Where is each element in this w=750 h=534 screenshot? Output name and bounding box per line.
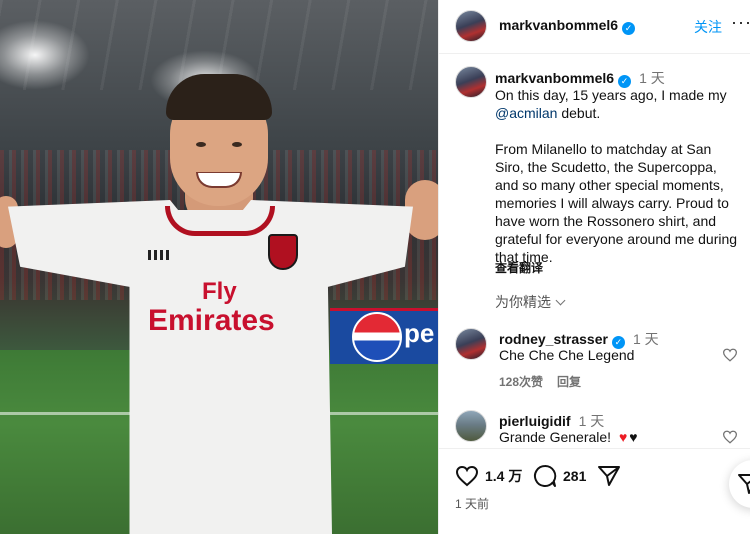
comment-user: pierluigidif 1 天 bbox=[499, 411, 604, 431]
header-user: markvanbommel6 ✓ bbox=[499, 17, 636, 35]
like-heart-icon[interactable] bbox=[722, 348, 738, 362]
club-crest bbox=[268, 234, 298, 270]
caption-username[interactable]: markvanbommel6 bbox=[495, 70, 614, 86]
sort-label: 为你精选 bbox=[495, 294, 551, 310]
more-options-icon[interactable]: ··· bbox=[731, 12, 750, 33]
verified-icon: ✓ bbox=[622, 22, 636, 35]
jersey-collar bbox=[165, 206, 275, 236]
comment-time: 1 天 bbox=[578, 413, 605, 429]
avatar[interactable] bbox=[455, 10, 487, 42]
comment-time: 1 天 bbox=[632, 331, 659, 347]
avatar[interactable] bbox=[455, 328, 487, 360]
caption-paragraph: From Milanello to matchday at San Siro, … bbox=[495, 141, 738, 265]
follow-button[interactable]: 关注 bbox=[694, 17, 722, 37]
comment-sort-dropdown[interactable]: 为你精选 bbox=[495, 292, 566, 312]
like-action[interactable]: 1.4 万 bbox=[455, 463, 522, 489]
comment-user: rodney_strasser ✓ 1 天 bbox=[499, 329, 659, 349]
player-hair bbox=[166, 74, 272, 120]
see-translation-link[interactable]: 查看翻译 bbox=[495, 259, 543, 276]
comment-username[interactable]: pierluigidif bbox=[499, 413, 571, 429]
board-text: pe bbox=[404, 318, 435, 348]
reply-button[interactable]: 回复 bbox=[557, 375, 581, 389]
posted-time: 1 天前 bbox=[455, 497, 490, 511]
comment-username[interactable]: rodney_strasser bbox=[499, 331, 608, 347]
header-username[interactable]: markvanbommel6 bbox=[499, 17, 618, 33]
comment-text-body: Grande Generale! bbox=[499, 429, 612, 445]
pepsi-logo bbox=[352, 312, 402, 362]
mention-link[interactable]: @acmilan bbox=[495, 105, 557, 121]
share-paper-plane-icon bbox=[598, 466, 620, 486]
red-heart-emoji: ♥ bbox=[618, 429, 628, 445]
comment-bubble-icon bbox=[534, 464, 557, 487]
comment-text: Che Che Che Legend bbox=[499, 347, 635, 363]
comment-text: Grande Generale! ♥ ♥ bbox=[499, 429, 638, 445]
adidas-logo bbox=[148, 250, 170, 260]
avatar[interactable] bbox=[455, 410, 487, 442]
heart-icon bbox=[455, 465, 479, 487]
share-action[interactable] bbox=[597, 463, 627, 489]
post-panel: markvanbommel6 ✓ 关注 ··· markvanbommel6 ✓ 1 … bbox=[438, 0, 750, 534]
avatar[interactable] bbox=[455, 66, 487, 98]
comment-item: pierluigidif 1 天 Grande Generale! ♥ ♥ bbox=[439, 408, 750, 448]
black-heart-emoji: ♥ bbox=[629, 429, 638, 445]
like-heart-icon[interactable] bbox=[722, 430, 738, 444]
comment-meta: 128次赞 回复 bbox=[499, 373, 581, 390]
jersey-sponsor-line2: Emirates bbox=[148, 304, 275, 337]
player-eye bbox=[232, 142, 242, 147]
chevron-down-icon bbox=[555, 295, 566, 306]
jersey-sponsor-line1: Fly bbox=[202, 278, 237, 305]
caption-time: 1 天 bbox=[639, 70, 665, 86]
post-caption: On this day, 15 years ago, I made my @acm… bbox=[495, 86, 743, 284]
comment-like-count[interactable]: 128次赞 bbox=[499, 375, 543, 389]
post-photo[interactable]: pe Fly Emirates bbox=[0, 0, 438, 534]
comment-item: rodney_strasser ✓ 1 天 Che Che Che Legend 1… bbox=[439, 326, 750, 396]
caption-text: On this day, 15 years ago, I made my bbox=[495, 87, 727, 103]
share-paper-plane-icon bbox=[738, 474, 750, 494]
action-bar: 1.4 万 281 1 天前 bbox=[439, 448, 750, 534]
caption-paragraph: On this day, 15 years ago, I made my @acm… bbox=[495, 86, 743, 122]
comment-action[interactable]: 281 bbox=[533, 463, 586, 489]
post-header: markvanbommel6 ✓ 关注 ··· bbox=[439, 0, 750, 54]
like-count: 1.4 万 bbox=[485, 468, 523, 484]
comment-count: 281 bbox=[563, 468, 587, 484]
player-eye bbox=[196, 142, 206, 147]
caption-header: markvanbommel6 ✓ 1 天 bbox=[495, 68, 665, 88]
caption-text: debut. bbox=[557, 105, 601, 121]
